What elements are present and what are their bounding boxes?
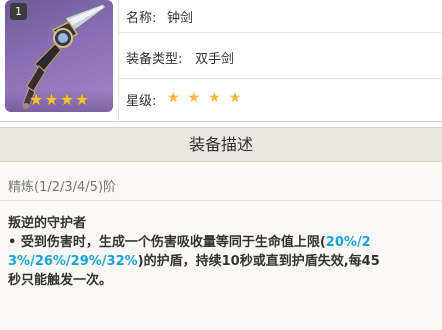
weapon-card: 1 ★ ★ ★ ★ 名称: 钟剑 装备类型: 双手剑 星级: ★ ★ ★ ★ 装… [0, 0, 442, 330]
section-header: 装备描述 [0, 127, 442, 162]
star-icon: ★ [167, 90, 180, 106]
effect-line-1: • 受到伤害时，生成一个伤害吸收量等同于生命值上限(20%/2 [8, 233, 438, 252]
name-label: 名称: [126, 11, 157, 26]
thumb-rarity-stars: ★ ★ ★ ★ [29, 92, 89, 108]
star-icon: ★ [75, 90, 90, 109]
effect-highlight-values: 3%/26%/29%/32% [8, 254, 138, 269]
rarity-label: 星级: [126, 94, 157, 109]
effect-text: 秒只能触发一次。 [8, 273, 113, 288]
effect-line-2: 3%/26%/29%/32%)的护盾，持续10秒或直到护盾失效,每45 [8, 252, 438, 271]
divider [0, 200, 442, 201]
effect-description: • 受到伤害时，生成一个伤害吸收量等同于生命值上限(20%/2 3%/26%/2… [8, 233, 438, 290]
type-label: 装备类型: [126, 52, 183, 67]
star-icon: ★ [59, 90, 75, 109]
effect-highlight-values: 20%/2 [325, 235, 371, 250]
weapon-thumbnail: 1 ★ ★ ★ ★ [5, 0, 113, 112]
weapon-info-table: 1 ★ ★ ★ ★ 名称: 钟剑 装备类型: 双手剑 星级: ★ ★ ★ ★ [0, 0, 442, 122]
star-icon: ★ [187, 90, 201, 106]
refine-rank-badge: 1 [10, 3, 27, 20]
star-icon: ★ [44, 90, 59, 109]
refine-levels: 精炼(1/2/3/4/5)阶 [8, 180, 117, 195]
star-icon: ★ [208, 90, 221, 106]
star-icon: ★ [29, 90, 44, 109]
star-icon: ★ [228, 90, 242, 106]
name-value: 钟剑 [167, 11, 194, 26]
effect-text: 受到伤害时，生成一个伤害吸收量等同于生命值上限( [16, 235, 326, 250]
type-value: 双手剑 [195, 52, 235, 67]
effect-text: )的护盾，持续10秒或直到护盾失效,每45 [137, 254, 380, 269]
effect-line-3: 秒只能触发一次。 [8, 271, 438, 290]
rarity-row: 星级: ★ ★ ★ ★ [119, 79, 442, 122]
name-row: 名称: 钟剑 [119, 0, 442, 33]
type-row: 装备类型: 双手剑 [119, 33, 442, 79]
effect-title: 叛逆的守护者 [8, 216, 87, 231]
rarity-stars: ★ ★ ★ ★ [167, 90, 241, 106]
